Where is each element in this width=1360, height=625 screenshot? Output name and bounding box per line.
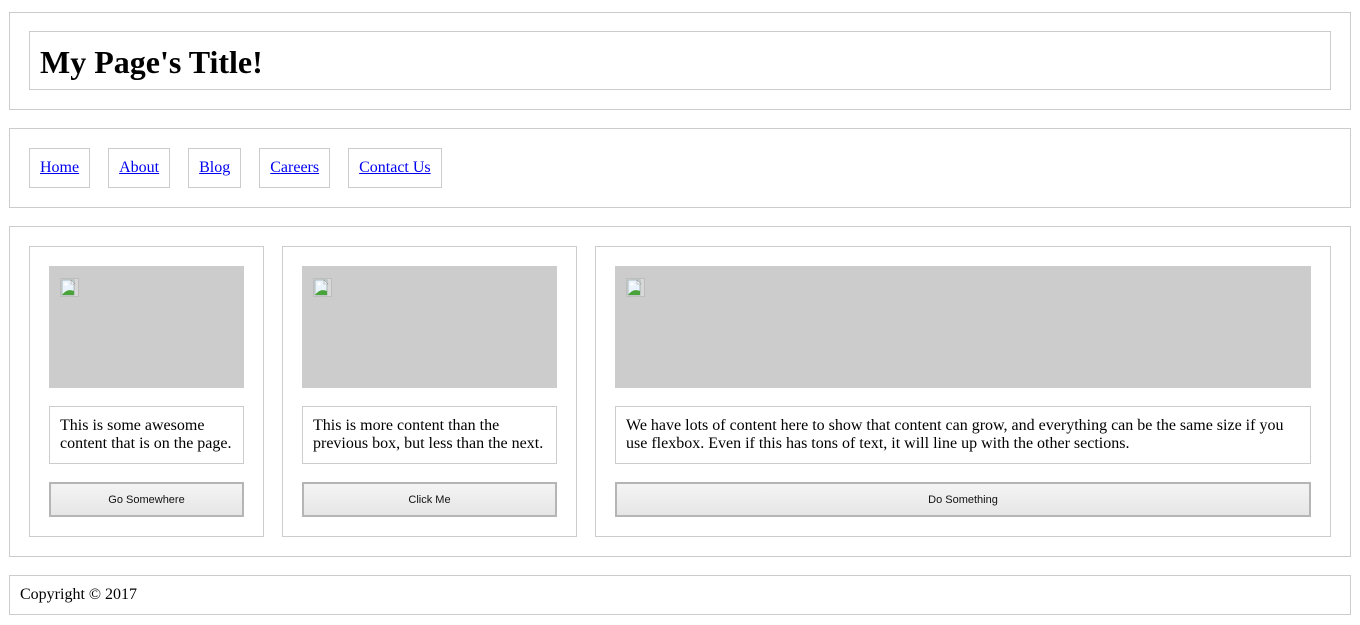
card-image-placeholder <box>49 266 244 388</box>
broken-image-icon <box>313 278 332 297</box>
do-something-button[interactable]: Do Something <box>615 482 1311 517</box>
card-image-placeholder <box>615 266 1311 388</box>
card-text: This is some awesome content that is on … <box>49 406 244 464</box>
click-me-button[interactable]: Click Me <box>302 482 557 517</box>
card-image-placeholder <box>302 266 557 388</box>
nav-link-about[interactable]: About <box>119 159 159 177</box>
go-somewhere-button[interactable]: Go Somewhere <box>49 482 244 517</box>
card-text: This is more content than the previous b… <box>302 406 557 464</box>
copyright-text: Copyright © 2017 <box>20 586 138 603</box>
broken-image-icon <box>60 278 79 297</box>
broken-image-icon <box>626 278 645 297</box>
footer: Copyright © 2017 <box>9 575 1351 615</box>
nav-link-contact-us[interactable]: Contact Us <box>359 159 431 177</box>
nav-bar: Home About Blog Careers Contact Us <box>9 128 1351 208</box>
page-title: My Page's Title! <box>40 43 263 80</box>
main-content: This is some awesome content that is on … <box>9 226 1351 557</box>
nav-item-careers: Careers <box>259 148 331 188</box>
nav-item-about: About <box>108 148 171 188</box>
card-text: We have lots of content here to show tha… <box>615 406 1311 464</box>
header-section: My Page's Title! <box>9 12 1351 110</box>
nav-link-blog[interactable]: Blog <box>199 159 230 177</box>
nav-item-contact-us: Contact Us <box>348 148 442 188</box>
nav-item-home: Home <box>29 148 91 188</box>
nav-link-careers[interactable]: Careers <box>270 159 319 177</box>
title-box: My Page's Title! <box>29 31 1331 90</box>
content-card: We have lots of content here to show tha… <box>595 246 1331 537</box>
nav-item-blog: Blog <box>188 148 242 188</box>
content-card: This is more content than the previous b… <box>282 246 577 537</box>
content-card: This is some awesome content that is on … <box>29 246 264 537</box>
nav-link-home[interactable]: Home <box>40 159 79 177</box>
